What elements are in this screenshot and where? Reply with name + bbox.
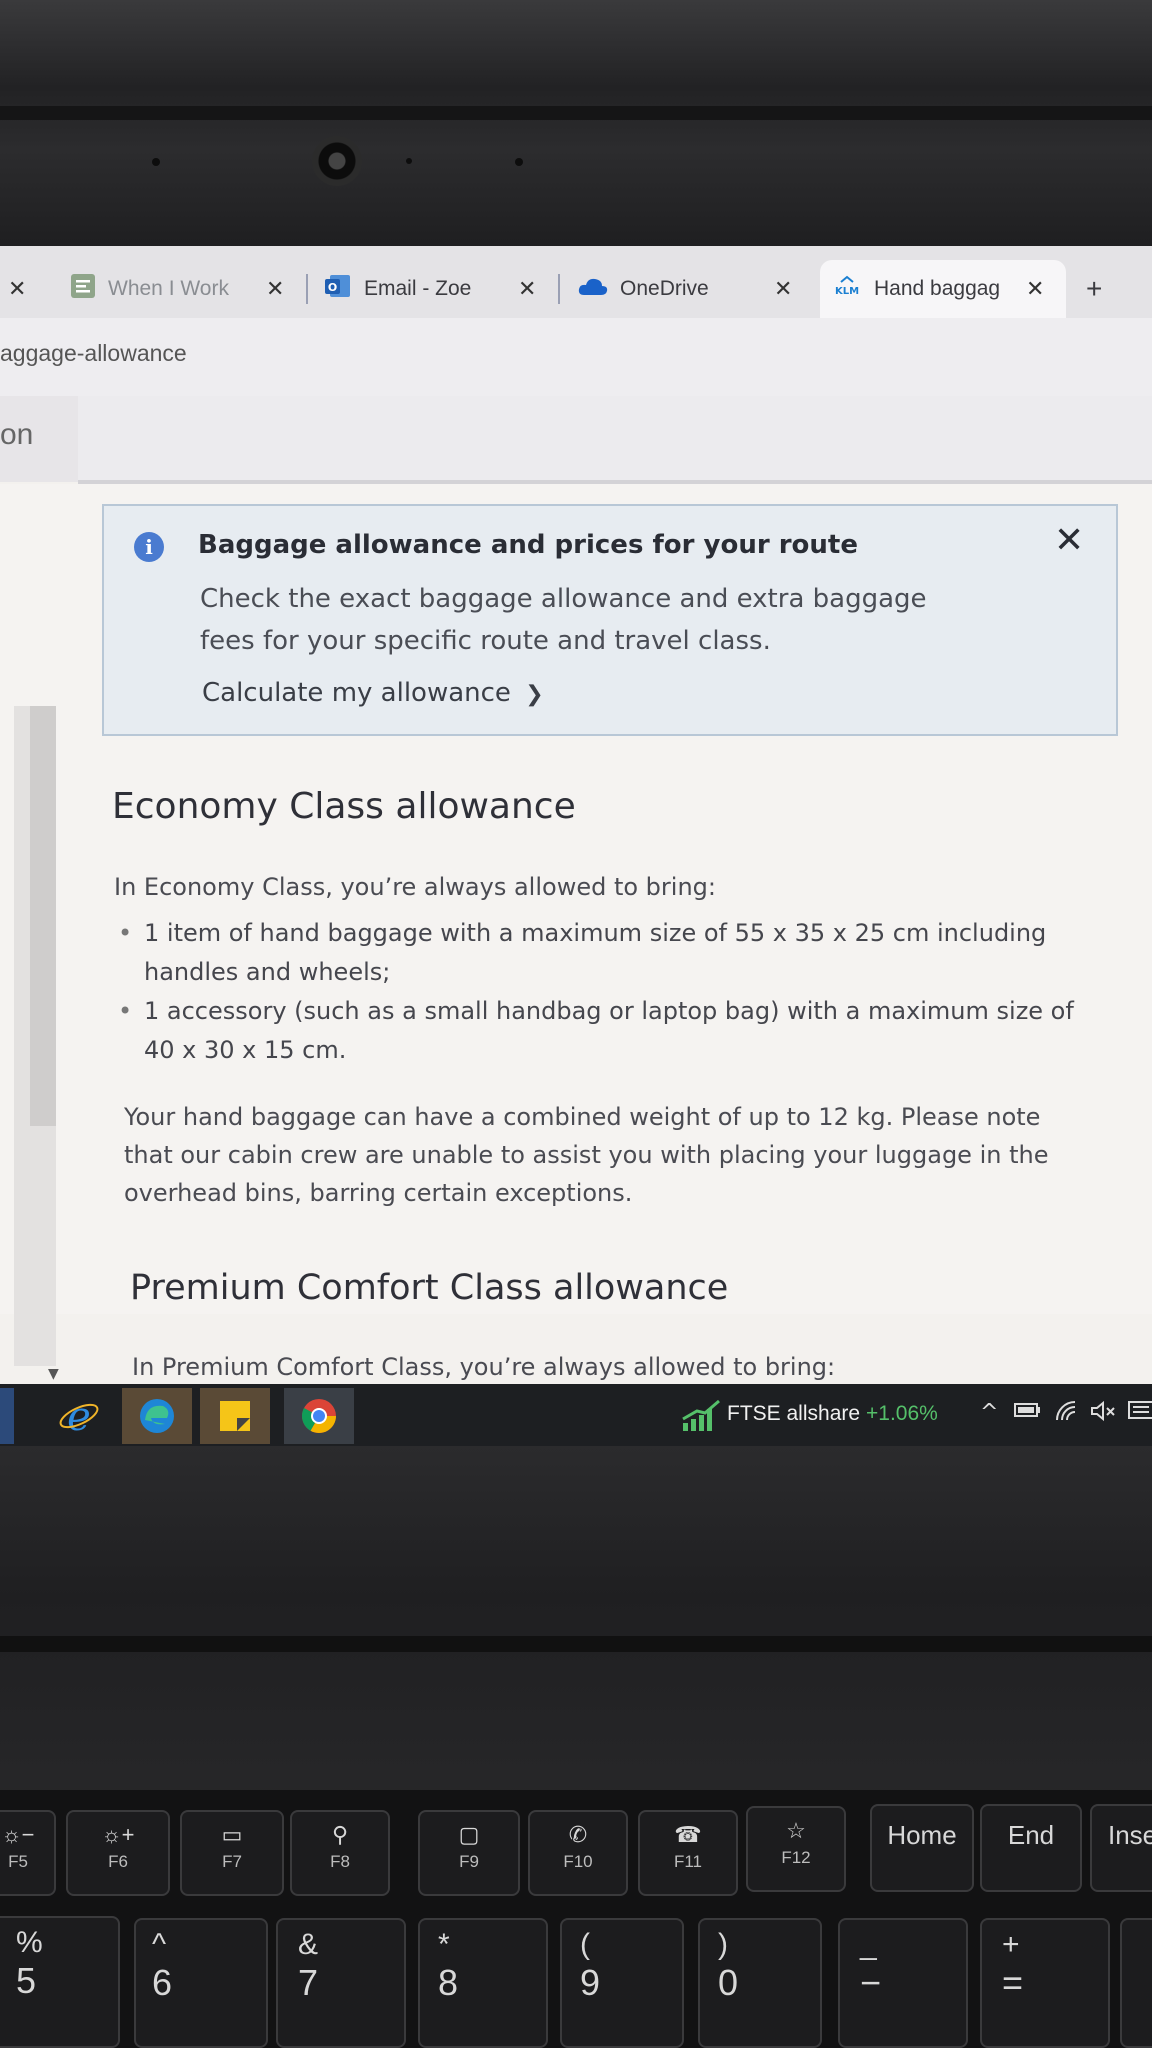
webcam-icon [312, 136, 362, 186]
chevron-up-icon[interactable]: ^ [980, 1400, 998, 1425]
economy-intro: In Economy Class, you’re always allowed … [114, 873, 716, 901]
key-f11[interactable]: ☎ F11 [638, 1810, 738, 1896]
close-icon[interactable]: ✕ [266, 276, 284, 302]
ticker-change: +1.06% [866, 1402, 938, 1425]
tab-separator [558, 274, 560, 304]
new-tab-button[interactable]: + [1086, 260, 1126, 318]
svg-text:KLM: KLM [835, 286, 859, 297]
svg-text:O: O [328, 281, 337, 294]
link-label: Calculate my allowance [202, 678, 511, 708]
key-7[interactable]: & 7 [276, 1918, 406, 2048]
list-item: 1 item of hand baggage with a maximum si… [110, 914, 1110, 992]
key-f10[interactable]: ✆ F10 [528, 1810, 628, 1896]
ticker-name[interactable]: FTSE allshare [727, 1402, 860, 1426]
page-header-left: on [0, 396, 78, 482]
tab-label: When I Work [108, 277, 229, 300]
close-icon[interactable]: ✕ [774, 276, 792, 302]
key-home[interactable]: Home [870, 1804, 974, 1892]
sticky-notes-icon[interactable] [200, 1388, 270, 1444]
economy-list: 1 item of hand baggage with a maximum si… [110, 914, 1110, 1070]
address-url: aggage-allowance [0, 340, 187, 366]
key-f12[interactable]: ☆ F12 [746, 1806, 846, 1892]
info-banner-title: Baggage allowance and prices for your ro… [198, 530, 858, 560]
premium-intro: In Premium Comfort Class, you’re always … [132, 1353, 836, 1381]
tab-separator [306, 274, 308, 304]
onedrive-icon [578, 275, 608, 303]
close-icon[interactable]: ✕ [8, 276, 26, 302]
key-f8[interactable]: ⚲ F8 [290, 1810, 390, 1896]
key-f6[interactable]: ☼+ F6 [66, 1810, 170, 1896]
scrollbar-thumb[interactable] [30, 706, 56, 1126]
economy-note: Your hand baggage can have a combined we… [124, 1103, 1049, 1207]
battery-icon[interactable] [1014, 1400, 1042, 1425]
tab-onedrive[interactable]: OneDrive ✕ [578, 260, 808, 318]
page-header-strip [0, 396, 1152, 482]
svg-text:e: e [67, 1394, 91, 1438]
tab-hand-baggage[interactable]: KLM Hand baggag ✕ [820, 260, 1066, 318]
info-icon: i [134, 532, 164, 562]
photo-scene: ✕ When I Work ✕ O Email - Zoe Sr ✕ [0, 0, 1152, 2048]
tab-label: Email - Zoe Sr [364, 277, 474, 300]
klm-icon: KLM [832, 275, 862, 303]
key-f5[interactable]: ☼− F5 [0, 1810, 56, 1896]
key-0[interactable]: ) 0 [698, 1918, 822, 2048]
info-banner-body: Check the exact baggage allowance and ex… [200, 584, 927, 656]
tab-when-i-work[interactable]: When I Work ✕ [70, 260, 300, 318]
screen: ✕ When I Work ✕ O Email - Zoe Sr ✕ [0, 246, 1152, 1386]
close-icon[interactable]: ✕ [1054, 520, 1084, 561]
calculate-allowance-link[interactable]: Calculate my allowance ❯ [202, 678, 544, 708]
close-icon[interactable]: ✕ [1026, 276, 1044, 302]
address-bar[interactable]: aggage-allowance [0, 318, 1152, 396]
browser-tab-bar: ✕ When I Work ✕ O Email - Zoe Sr ✕ [0, 246, 1152, 318]
sensor-dot [152, 158, 160, 166]
laptop-hinge [0, 1636, 1152, 1652]
key-6[interactable]: ^ 6 [134, 1918, 268, 2048]
key-minus[interactable]: _ − [838, 1918, 968, 2048]
taskbar-app-icon[interactable] [0, 1388, 14, 1444]
header-partial-text: on [0, 418, 34, 451]
stock-chart-icon [676, 1388, 726, 1444]
chevron-right-icon: ❯ [525, 682, 544, 707]
key-f7[interactable]: ▭ F7 [180, 1810, 284, 1896]
bezel-hinge-line [0, 106, 1152, 120]
wifi-icon[interactable] [1054, 1400, 1080, 1427]
scroll-down-icon[interactable]: ▼ [48, 1366, 59, 1382]
outlook-icon: O [324, 273, 352, 305]
premium-heading: Premium Comfort Class allowance [130, 1268, 729, 1308]
keyboard-icon[interactable] [1128, 1400, 1152, 1425]
sensor-dot [515, 158, 523, 166]
internet-explorer-icon[interactable]: e [44, 1388, 114, 1444]
when-i-work-icon [70, 273, 96, 305]
laptop-bezel [0, 0, 1152, 250]
plus-icon: + [1086, 273, 1103, 304]
tab-label: Hand baggag [874, 277, 1001, 300]
key-5[interactable]: % 5 [0, 1916, 120, 2048]
key-equals[interactable]: + = [980, 1918, 1110, 2048]
key-f9[interactable]: ▢ F9 [418, 1810, 520, 1896]
volume-muted-icon[interactable] [1090, 1400, 1116, 1427]
key-insert[interactable]: Inse [1090, 1804, 1152, 1892]
close-icon[interactable]: ✕ [518, 276, 536, 302]
key-8[interactable]: * 8 [418, 1918, 548, 2048]
key-9[interactable]: (9 [560, 1918, 684, 2048]
chrome-icon[interactable] [284, 1388, 354, 1444]
tab-partial[interactable]: ✕ [0, 260, 40, 318]
key-backspace[interactable] [1120, 1918, 1152, 2048]
key-end[interactable]: End [980, 1804, 1082, 1892]
tab-label: OneDrive [620, 277, 709, 300]
economy-heading: Economy Class allowance [112, 786, 576, 827]
info-banner: i Baggage allowance and prices for your … [102, 504, 1118, 736]
tab-email[interactable]: O Email - Zoe Sr ✕ [324, 260, 554, 318]
edge-icon[interactable] [122, 1388, 192, 1444]
list-item: 1 accessory (such as a small handbag or … [110, 992, 1110, 1070]
sensor-dot [406, 158, 412, 164]
